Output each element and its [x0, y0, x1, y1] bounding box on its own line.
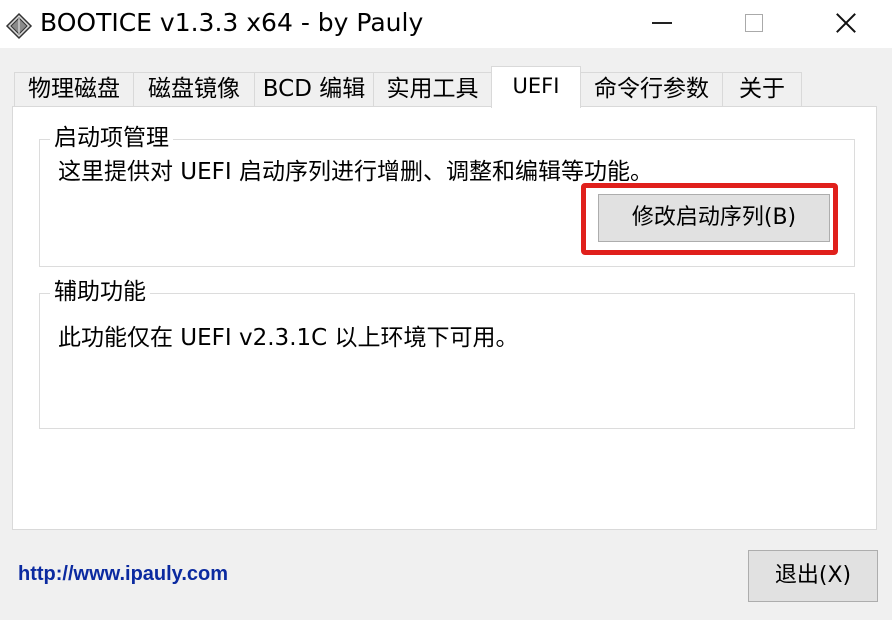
- exit-button[interactable]: 退出(X): [748, 550, 878, 602]
- minimize-icon: [652, 22, 672, 24]
- tab-about[interactable]: 关于: [722, 72, 802, 106]
- close-icon: [835, 12, 857, 34]
- modify-boot-sequence-button[interactable]: 修改启动序列(B): [598, 194, 830, 242]
- tab-physical-disk[interactable]: 物理磁盘: [14, 72, 134, 106]
- maximize-button[interactable]: [708, 0, 800, 46]
- maximize-icon: [745, 14, 763, 32]
- uefi-panel: 启动项管理 这里提供对 UEFI 启动序列进行增删、调整和编辑等功能。 辅助功能…: [12, 106, 877, 530]
- minimize-button[interactable]: [616, 0, 708, 46]
- auxiliary-description: 此功能仅在 UEFI v2.3.1C 以上环境下可用。: [58, 325, 519, 351]
- tab-command-line[interactable]: 命令行参数: [580, 72, 723, 106]
- window-title: BOOTICE v1.3.3 x64 - by Pauly: [40, 8, 424, 37]
- website-link[interactable]: http://www.ipauly.com: [18, 560, 228, 588]
- close-button[interactable]: [800, 0, 892, 46]
- bootice-window: BOOTICE v1.3.3 x64 - by Pauly 物理磁盘 磁盘镜像 …: [0, 0, 892, 620]
- tab-bcd-edit[interactable]: BCD 编辑: [254, 72, 374, 106]
- boot-manager-description: 这里提供对 UEFI 启动序列进行增删、调整和编辑等功能。: [58, 159, 654, 185]
- auxiliary-title: 辅助功能: [50, 276, 150, 308]
- tab-uefi[interactable]: UEFI: [491, 66, 581, 108]
- tab-utilities[interactable]: 实用工具: [373, 72, 492, 106]
- disk-app-icon: [5, 12, 33, 40]
- tab-disk-image[interactable]: 磁盘镜像: [133, 72, 255, 106]
- auxiliary-group: 辅助功能 此功能仅在 UEFI v2.3.1C 以上环境下可用。: [39, 276, 855, 429]
- boot-manager-title: 启动项管理: [50, 122, 173, 154]
- title-bar: BOOTICE v1.3.3 x64 - by Pauly: [0, 0, 892, 48]
